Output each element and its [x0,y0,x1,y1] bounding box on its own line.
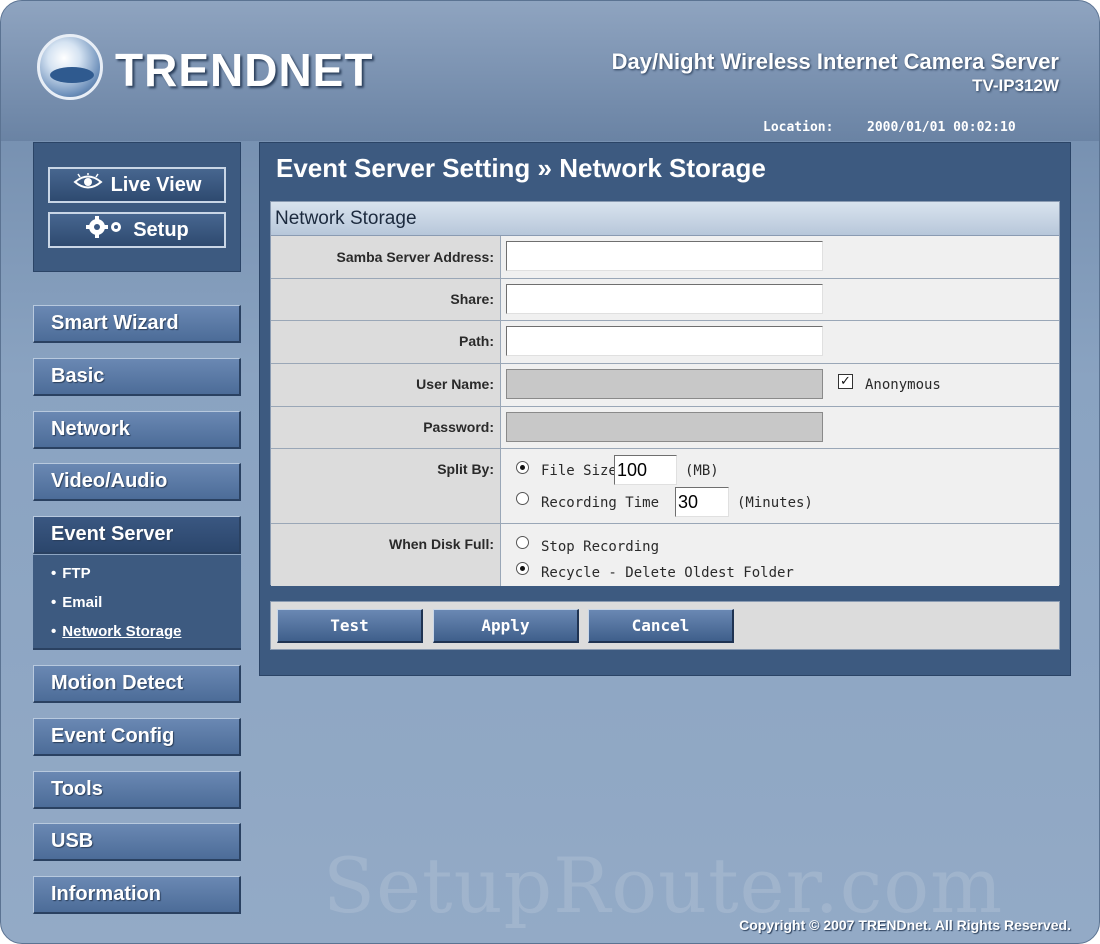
password-label: Password: [271,407,501,448]
recording-time-unit: (Minutes) [737,495,813,511]
recording-time-label: Recording Time [541,495,660,511]
share-row: Share: [271,279,1059,321]
stop-recording-radio[interactable] [516,536,529,549]
nav-basic[interactable]: Basic [33,358,241,396]
gears-icon [85,216,125,244]
stop-recording-label: Stop Recording [541,539,660,555]
setup-label: Setup [133,218,189,241]
page-frame: TRENDNET Day/Night Wireless Internet Cam… [0,0,1100,944]
recording-time-radio[interactable] [516,492,529,505]
anonymous-label: Anonymous [865,377,941,393]
copyright: Copyright © 2007 TRENDnet. All Rights Re… [739,917,1071,933]
nav-smart-wizard[interactable]: Smart Wizard [33,305,241,343]
submenu-item-network-storage[interactable]: • Network Storage [51,623,181,640]
submenu-item-email[interactable]: • Email [51,594,102,611]
disk-full-label: When Disk Full: [271,524,501,586]
section-header-label: Network Storage [275,208,417,229]
disk-full-row: When Disk Full: Stop Recording Recycle -… [271,524,1059,586]
nav-motion-detect[interactable]: Motion Detect [33,665,241,703]
file-size-unit: (MB) [685,463,719,479]
password-input[interactable] [506,412,823,442]
trendnet-logo-icon [37,34,103,100]
recycle-radio[interactable] [516,562,529,575]
recycle-label: Recycle - Delete Oldest Folder [541,565,794,581]
username-row: User Name: ✓ Anonymous [271,364,1059,407]
nav-tools[interactable]: Tools [33,771,241,809]
nav-video-audio[interactable]: Video/Audio [33,463,241,501]
share-label: Share: [271,279,501,320]
password-row: Password: [271,407,1059,449]
network-storage-form: Network Storage Samba Server Address: Sh… [270,201,1060,586]
username-label: User Name: [271,364,501,406]
test-button[interactable]: Test [277,609,423,643]
samba-server-input[interactable] [506,241,823,271]
view-panel: Live View Setup [33,142,241,272]
split-by-row: Split By: File Size 100 (MB) Recording T… [271,449,1059,524]
samba-row: Samba Server Address: [271,236,1059,279]
setup-button[interactable]: Setup [48,212,226,248]
nav-event-server[interactable]: Event Server [33,516,241,554]
nav-event-config[interactable]: Event Config [33,718,241,756]
eye-icon [73,173,103,197]
anonymous-checkbox[interactable]: ✓ [838,374,853,389]
file-size-input[interactable]: 100 [614,455,677,485]
product-name: Day/Night Wireless Internet Camera Serve… [611,49,1059,74]
action-bar: Test Apply Cancel [270,601,1060,650]
path-label: Path: [271,321,501,363]
nav-usb[interactable]: USB [33,823,241,861]
section-header: Network Storage [271,202,1059,236]
submenu-item-ftp[interactable]: • FTP [51,565,91,582]
path-row: Path: [271,321,1059,364]
location-value: 2000/01/01 00:02:10 [867,120,1016,135]
share-input[interactable] [506,284,823,314]
header: TRENDNET Day/Night Wireless Internet Cam… [1,1,1099,141]
model-number: TV-IP312W [972,76,1059,95]
path-input[interactable] [506,326,823,356]
split-by-label: Split By: [271,449,501,523]
nav-network[interactable]: Network [33,411,241,449]
logo-text: TRENDNET [115,44,374,96]
recording-time-input[interactable]: 30 [675,487,729,517]
live-view-label: Live View [110,173,202,196]
cancel-button[interactable]: Cancel [588,609,734,643]
content-panel: Event Server Setting » Network Storage N… [259,142,1071,676]
username-input[interactable] [506,369,823,399]
apply-button[interactable]: Apply [433,609,579,643]
live-view-button[interactable]: Live View [48,167,226,203]
location-label: Location: [763,120,834,135]
nav-information[interactable]: Information [33,876,241,914]
file-size-label: File Size [541,463,617,479]
event-server-submenu: • FTP • Email • Network Storage [33,555,241,650]
samba-label: Samba Server Address: [271,236,501,278]
file-size-radio[interactable] [516,461,529,474]
page-title: Event Server Setting » Network Storage [276,153,766,183]
